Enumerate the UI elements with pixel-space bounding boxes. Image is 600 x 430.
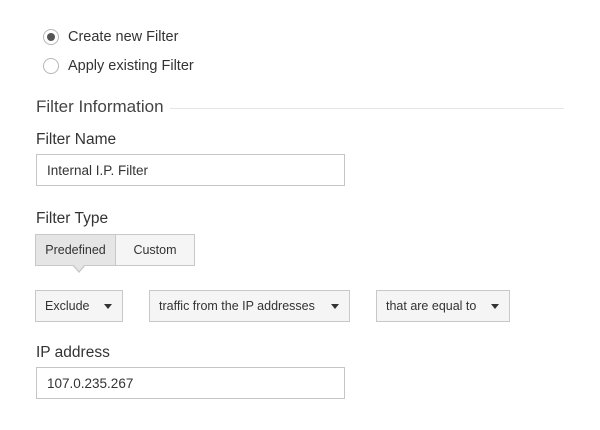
radio-label: Create new Filter <box>68 29 179 45</box>
dropdown-value: Exclude <box>45 299 90 313</box>
radio-label: Apply existing Filter <box>68 58 194 74</box>
radio-button-selected[interactable] <box>43 29 59 45</box>
filter-name-label: Filter Name <box>36 131 117 148</box>
filter-form: Create new Filter Apply existing Filter … <box>0 0 600 430</box>
active-tab-pointer <box>72 264 86 273</box>
action-dropdown[interactable]: Exclude <box>35 290 123 322</box>
tab-label: Predefined <box>45 243 106 257</box>
section-title: Filter Information <box>36 97 170 117</box>
ip-address-input[interactable] <box>36 367 345 399</box>
radio-dot <box>47 33 55 41</box>
condition-dropdown[interactable]: that are equal to <box>376 290 510 322</box>
filter-type-toggle: Predefined Custom <box>35 234 195 273</box>
chevron-down-icon <box>331 304 339 309</box>
ip-address-label: IP address <box>36 344 110 361</box>
filter-type-label: Filter Type <box>36 210 109 227</box>
radio-apply-existing-filter[interactable]: Apply existing Filter <box>43 58 194 74</box>
chevron-down-icon <box>491 304 499 309</box>
radio-create-new-filter[interactable]: Create new Filter <box>43 29 178 45</box>
dropdown-value: that are equal to <box>386 299 477 313</box>
tab-custom[interactable]: Custom <box>115 234 195 266</box>
source-dropdown[interactable]: traffic from the IP addresses <box>149 290 350 322</box>
filter-name-input[interactable] <box>36 154 345 186</box>
radio-button-unselected[interactable] <box>43 58 59 74</box>
dropdown-value: traffic from the IP addresses <box>159 299 315 313</box>
tab-label: Custom <box>133 243 177 257</box>
tab-predefined[interactable]: Predefined <box>35 234 115 273</box>
chevron-down-icon <box>104 304 112 309</box>
